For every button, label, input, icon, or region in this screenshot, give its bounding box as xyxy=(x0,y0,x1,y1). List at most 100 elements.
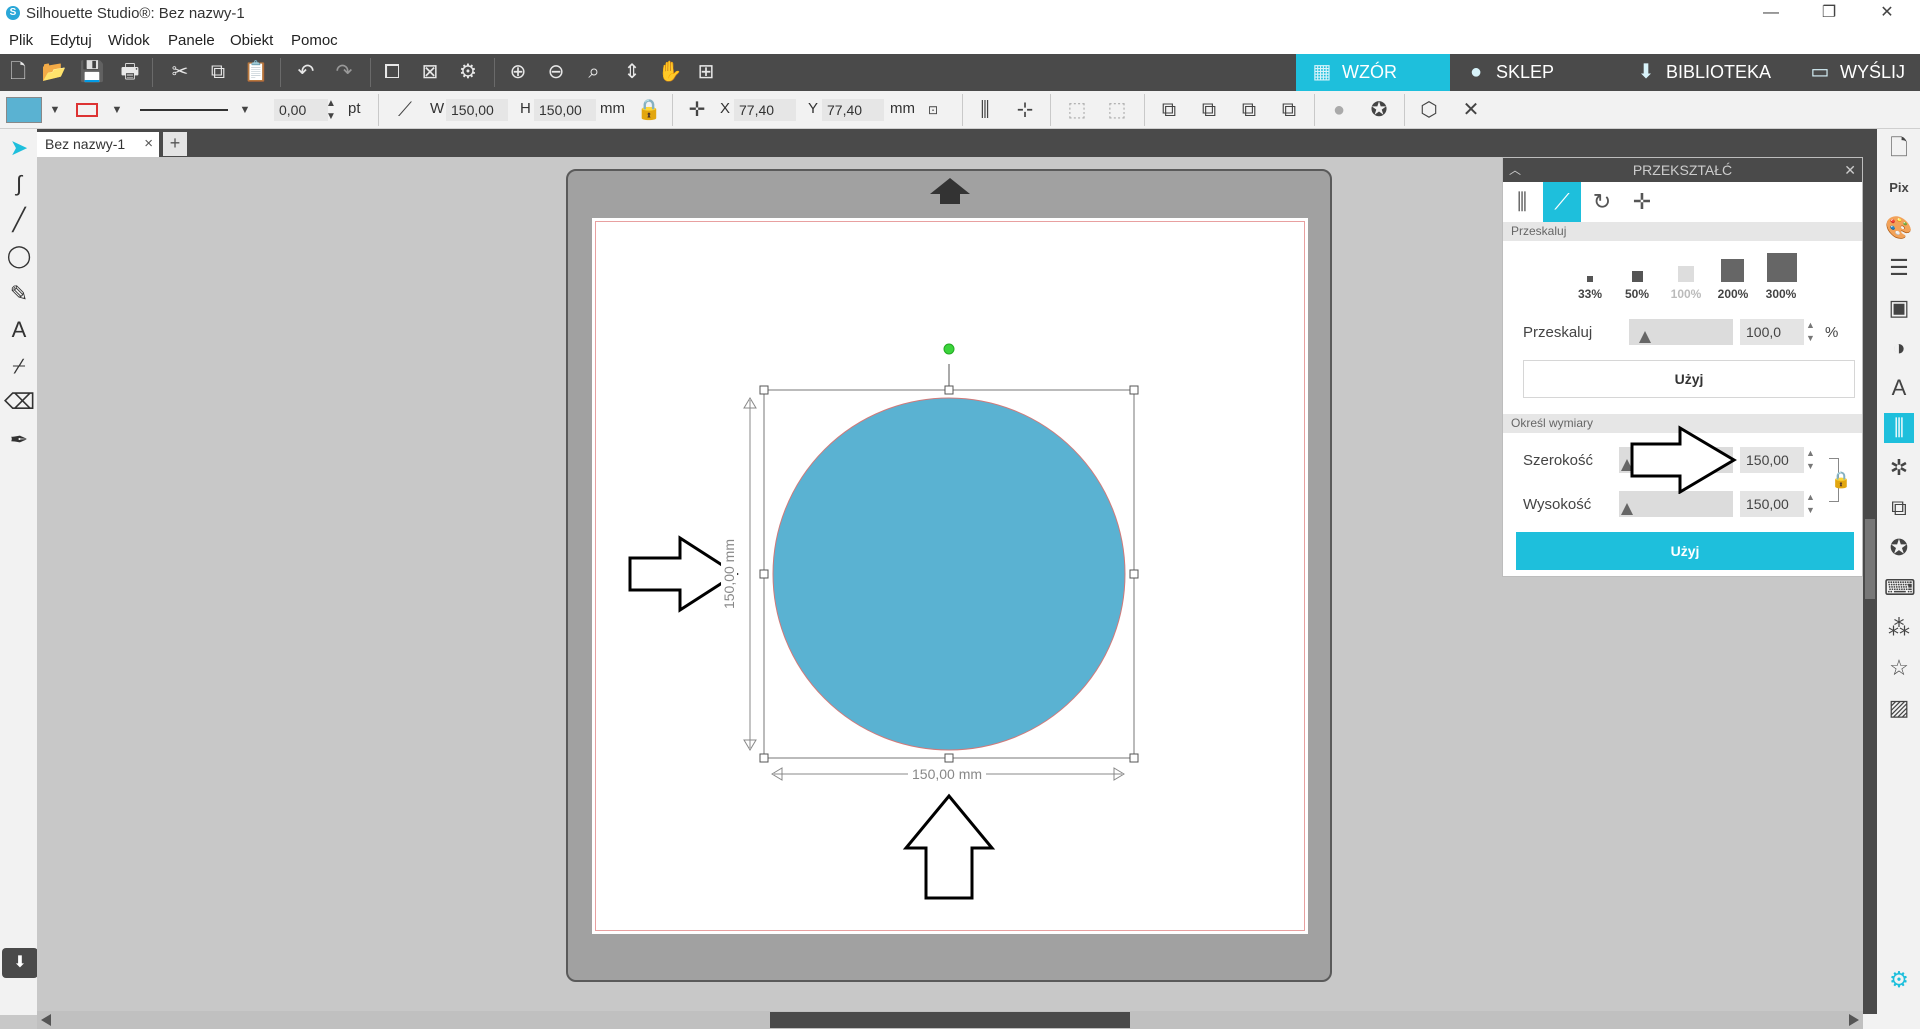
group-icon[interactable]: ⧠ xyxy=(378,59,406,86)
edit-points-icon[interactable]: ∫ xyxy=(4,169,34,199)
tab-design[interactable]: ▦ WZÓR xyxy=(1296,54,1450,91)
chevron-down-icon[interactable]: ▼ xyxy=(104,97,130,123)
stepper-icon[interactable]: ▲ ▼ xyxy=(1806,319,1815,345)
restore-button[interactable]: ❐ xyxy=(1806,0,1852,28)
trace-icon[interactable]: ⌨ xyxy=(1884,573,1916,603)
scale-200-label[interactable]: 200% xyxy=(1713,287,1753,301)
document-tab[interactable]: Bez nazwy-1 × xyxy=(37,132,159,157)
pixscan-icon[interactable]: Pix xyxy=(1884,173,1914,203)
close-panel-icon[interactable]: ✕ xyxy=(1844,158,1856,182)
scale-50-icon[interactable] xyxy=(1632,271,1643,282)
open-folder-icon[interactable]: 📂 xyxy=(40,59,68,86)
scale-33-label[interactable]: 33% xyxy=(1570,287,1610,301)
zoom-in-icon[interactable]: ⊕ xyxy=(504,59,532,86)
replicate-icon[interactable]: ✲ xyxy=(1884,453,1914,483)
horizontal-scrollbar[interactable] xyxy=(37,1011,1863,1029)
ungroup-icon[interactable]: ⊠ xyxy=(416,59,444,86)
zoom-select-icon[interactable]: ⌕ xyxy=(580,59,608,86)
scale-100-label[interactable]: 100% xyxy=(1666,287,1706,301)
fill-palette-icon[interactable]: 🎨 xyxy=(1884,213,1914,243)
redo-icon[interactable]: ↷ xyxy=(330,59,358,86)
apply-dimensions-button[interactable]: Użyj xyxy=(1516,532,1854,570)
stepper-icon[interactable]: ▲ ▼ xyxy=(318,97,344,123)
minimize-button[interactable]: — xyxy=(1748,0,1794,28)
copy-icon[interactable]: ⧉ xyxy=(204,59,232,86)
text-style-icon[interactable]: A xyxy=(1884,373,1914,403)
bring-forward-icon[interactable]: ⧉ xyxy=(1196,97,1222,123)
knife-icon[interactable]: ⌿ xyxy=(4,351,34,381)
scale-300-icon[interactable] xyxy=(1767,253,1797,282)
lock-aspect-icon[interactable]: 🔒 xyxy=(1831,470,1851,490)
y-input[interactable]: 77,40 xyxy=(822,99,884,121)
send-to-back-icon[interactable]: ⧉ xyxy=(1276,97,1302,123)
select-arrow-icon[interactable]: ➤ xyxy=(4,133,34,163)
save-icon[interactable]: 💾 xyxy=(78,59,106,86)
hatch-icon[interactable]: ▨ xyxy=(1884,693,1914,723)
ellipse-tool-icon[interactable]: ◯ xyxy=(4,241,34,271)
bring-to-front-icon[interactable]: ⧉ xyxy=(1156,97,1182,123)
distribute-v-icon[interactable]: ⬚ xyxy=(1104,97,1130,123)
height-input[interactable]: 150,00 xyxy=(1740,491,1804,517)
align-icon[interactable]: ⫼ xyxy=(972,97,998,123)
menu-pomoc[interactable]: Pomoc xyxy=(291,32,338,49)
text-tool-icon[interactable]: A xyxy=(4,315,34,345)
eyedropper-icon[interactable]: ✒ xyxy=(4,425,34,455)
menu-obiekt[interactable]: Obiekt xyxy=(230,32,273,49)
add-page-icon[interactable]: ⊞ xyxy=(692,59,720,86)
add-tab-button[interactable]: + xyxy=(163,132,187,156)
chevron-down-icon[interactable]: ▼ xyxy=(42,97,68,123)
scale-input[interactable]: 100,0 xyxy=(1740,319,1804,345)
close-button[interactable]: ✕ xyxy=(1864,0,1910,28)
3d-box-icon[interactable]: ⬡ xyxy=(1416,97,1442,123)
lock-icon[interactable]: 🔒 xyxy=(636,97,662,123)
menu-panele[interactable]: Panele xyxy=(168,32,215,49)
scale-slider[interactable] xyxy=(1629,319,1733,345)
fill-color-swatch[interactable] xyxy=(6,97,42,123)
tab-align[interactable]: ⫼ xyxy=(1503,182,1541,222)
select-color-icon[interactable]: ⚙ xyxy=(454,59,482,86)
scale-300-label[interactable]: 300% xyxy=(1761,287,1801,301)
transform-panel-icon[interactable]: ⫼ xyxy=(1884,413,1914,443)
weld-icon[interactable]: ● xyxy=(1326,97,1352,123)
x-input[interactable]: 77,40 xyxy=(734,99,796,121)
stepper-icon[interactable]: ▲ ▼ xyxy=(1806,447,1815,473)
send-backward-icon[interactable]: ⧉ xyxy=(1236,97,1262,123)
tab-send[interactable]: ▭ WYŚLIJ xyxy=(1794,54,1920,91)
print-icon[interactable]: 🖶 xyxy=(116,59,144,86)
page-setup-icon[interactable]: 🗋 xyxy=(1884,133,1914,163)
vertical-scrollbar[interactable] xyxy=(1863,129,1877,1014)
new-document-icon[interactable]: 🗋 xyxy=(4,59,32,86)
settings-gear-icon[interactable]: ⚙ xyxy=(1884,965,1914,995)
scroll-thumb[interactable] xyxy=(770,1012,1130,1028)
texture-icon[interactable]: ▣ xyxy=(1884,293,1914,323)
chevron-down-icon[interactable]: ▼ xyxy=(232,97,258,123)
apply-scale-button[interactable]: Użyj xyxy=(1523,360,1855,398)
tab-store[interactable]: ● SKLEP xyxy=(1450,54,1620,91)
tab-move[interactable]: ✛ xyxy=(1623,182,1661,222)
width-input[interactable]: 150,00 xyxy=(1740,447,1804,473)
distribute-h-icon[interactable]: ⬚ xyxy=(1064,97,1090,123)
close-tab-icon[interactable]: × xyxy=(144,135,153,152)
zoom-out-icon[interactable]: ⊖ xyxy=(542,59,570,86)
undo-icon[interactable]: ↶ xyxy=(292,59,320,86)
stroke-color-swatch[interactable] xyxy=(76,103,98,117)
modify-icon[interactable]: ⧉ xyxy=(1884,493,1914,523)
line-style-icon[interactable]: ☰ xyxy=(1884,253,1914,283)
center-icon[interactable]: ⊹ xyxy=(1012,97,1038,123)
tab-rotate[interactable]: ↻ xyxy=(1583,182,1621,222)
delete-icon[interactable]: ✕ xyxy=(1458,97,1484,123)
menu-plik[interactable]: Plik xyxy=(9,32,33,49)
scale-33-icon[interactable] xyxy=(1587,276,1593,282)
library-panel-toggle-icon[interactable]: ⬇ xyxy=(2,948,38,978)
scale-50-label[interactable]: 50% xyxy=(1617,287,1657,301)
height-input[interactable]: 150,00 xyxy=(534,99,596,121)
contrast-icon[interactable]: ◑ xyxy=(1884,333,1914,363)
scale-200-icon[interactable] xyxy=(1721,259,1744,282)
anchor-point-icon[interactable]: ⊡ xyxy=(920,97,946,123)
line-style-preview[interactable] xyxy=(140,109,228,111)
offset-icon[interactable]: ✪ xyxy=(1884,533,1914,563)
line-tool-icon[interactable]: ╱ xyxy=(4,205,34,235)
stepper-icon[interactable]: ▲ ▼ xyxy=(1806,491,1815,517)
menu-edytuj[interactable]: Edytuj xyxy=(50,32,92,49)
height-slider[interactable] xyxy=(1619,491,1733,517)
